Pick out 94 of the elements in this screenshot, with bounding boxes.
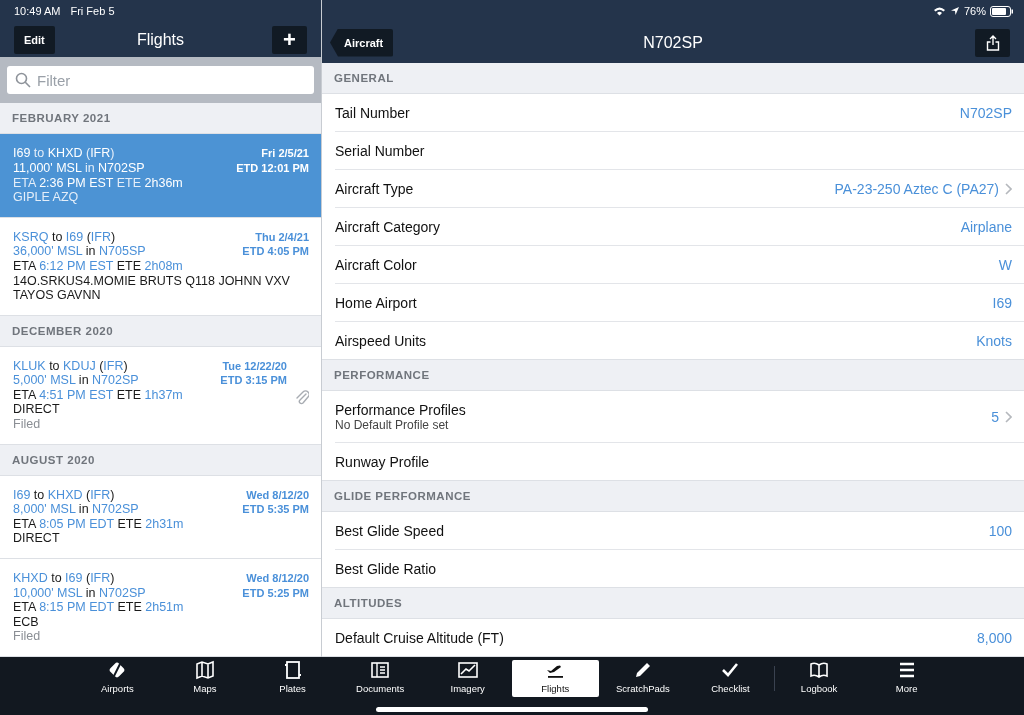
flight-date: Thu 2/4/21 xyxy=(255,229,309,245)
share-icon xyxy=(985,34,1000,51)
row-label: Airspeed Units xyxy=(335,332,427,349)
flight-etd: ETD 12:01 PM xyxy=(236,160,309,176)
row-subtitle: No Default Profile set xyxy=(335,417,450,432)
flight-status: Filed xyxy=(13,417,41,432)
section-header: GLIDE PERFORMANCE xyxy=(322,481,1024,512)
row-label: Home Airport xyxy=(335,294,417,311)
row-value: Airplane xyxy=(960,218,1012,235)
edit-button[interactable]: Edit xyxy=(14,25,55,54)
add-button[interactable]: + xyxy=(272,25,307,54)
flight-etd: ETD 5:35 PM xyxy=(242,502,309,517)
row-value: N702SP xyxy=(959,104,1012,121)
flight-detail: I69 to KHXD (IFR) xyxy=(13,487,115,503)
tab-button[interactable]: Logbook xyxy=(775,660,863,697)
flight-detail: TAYOS GAVNN xyxy=(13,288,101,303)
row-label: Default Cruise Altitude (FT) xyxy=(335,629,504,646)
flight-detail: 11,000' MSL in N702SP xyxy=(13,160,145,176)
battery-percent: 76% xyxy=(963,5,986,17)
tab-button[interactable]: Imagery xyxy=(423,660,512,697)
row-label: Aircraft Type xyxy=(335,180,414,197)
share-button[interactable] xyxy=(975,28,1010,57)
flight-detail: ETA 4:51 PM EST ETE 1h37m xyxy=(13,387,183,403)
chart-icon xyxy=(457,660,478,680)
flight-detail: DIRECT xyxy=(13,531,60,547)
flight-detail: 10,000' MSL in N702SP xyxy=(13,585,146,601)
flight-detail: ETA 8:05 PM EDT ETE 2h31m xyxy=(13,516,184,532)
flight-detail: ETA 6:12 PM EST ETE 2h08m xyxy=(13,258,183,274)
flight-detail: ETA 8:15 PM EDT ETE 2h51m xyxy=(13,600,184,615)
status-date: Fri Feb 5 xyxy=(70,5,115,17)
location-arrow-icon xyxy=(949,6,960,16)
row-value: 100 xyxy=(988,522,1012,539)
row-label: Best Glide Speed xyxy=(335,522,444,539)
tab-button[interactable]: Documents xyxy=(336,660,424,697)
flight-date: Tue 12/22/20 xyxy=(222,358,287,374)
map-icon xyxy=(194,660,215,680)
flight-detail: 8,000' MSL in N702SP xyxy=(13,502,139,517)
flight-detail: 5,000' MSL in N702SP xyxy=(13,373,139,388)
row-value: Knots xyxy=(976,332,1012,349)
row-value: PA-23-250 Aztec C (PA27) xyxy=(834,180,999,197)
flight-detail: I69 to KHXD (IFR) xyxy=(13,146,115,161)
flight-detail: KLUK to KDUJ (IFR) xyxy=(13,358,128,374)
tab-button[interactable]: ScratchPads xyxy=(599,660,687,697)
section-header: AUGUST 2020 xyxy=(0,444,321,476)
row-value: 5 xyxy=(991,408,999,425)
flight-etd: ETD 5:25 PM xyxy=(242,585,309,601)
flight-date: Wed 8/12/20 xyxy=(246,487,309,503)
chevron-right-icon xyxy=(1005,182,1012,195)
section-header: PERFORMANCE xyxy=(322,360,1024,391)
flight-detail: KHXD to I69 (IFR) xyxy=(13,571,115,586)
nav-title: N702SP xyxy=(643,33,703,52)
flight-date: Fri 2/5/21 xyxy=(261,146,309,161)
section-header: DECEMBER 2020 xyxy=(0,315,321,347)
section-header: GENERAL xyxy=(322,63,1024,94)
nav-title: Flights xyxy=(136,30,185,49)
row-label: Runway Profile xyxy=(335,453,430,470)
row-label: Best Glide Ratio xyxy=(335,560,437,577)
tab-button[interactable]: Plates xyxy=(248,660,337,697)
row-label: Tail Number xyxy=(335,104,410,121)
flight-detail: 36,000' MSL in N705SP xyxy=(13,244,146,259)
status-time: 10:49 AM xyxy=(14,5,61,17)
row-label: Aircraft Color xyxy=(335,256,417,273)
tab-button[interactable]: Flights xyxy=(511,660,600,697)
row-label: Serial Number xyxy=(335,142,425,159)
flight-detail: ECB xyxy=(13,614,39,630)
section-header: ALTITUDES xyxy=(322,588,1024,619)
row-value: W xyxy=(998,256,1012,273)
flight-date: Wed 8/12/20 xyxy=(246,571,309,586)
tab-button[interactable]: Airports xyxy=(73,660,162,697)
flight-detail: DIRECT xyxy=(13,402,60,418)
book-icon xyxy=(370,660,391,680)
paperclip-icon xyxy=(295,388,309,405)
flight-detail: GIPLE AZQ xyxy=(13,190,79,205)
flight-status: Filed xyxy=(13,629,41,644)
flight-detail: KSRQ to I69 (IFR) xyxy=(13,229,116,245)
row-value: 8,000 xyxy=(976,629,1012,646)
row-label: Performance Profiles xyxy=(335,401,466,418)
tab-button[interactable]: More xyxy=(862,660,951,697)
chevron-right-icon xyxy=(1005,410,1012,423)
tab-button[interactable]: Checklist xyxy=(686,660,775,697)
flight-etd: ETD 4:05 PM xyxy=(242,244,309,259)
wifi-icon xyxy=(932,6,946,16)
flight-detail: ETA 2:36 PM EST ETE 2h36m xyxy=(13,175,183,191)
flight-etd: ETD 3:15 PM xyxy=(220,373,287,388)
battery-icon xyxy=(990,5,1014,17)
row-label: Aircraft Category xyxy=(335,218,441,235)
tab-button[interactable]: Maps xyxy=(161,660,249,697)
filter-field[interactable]: Filter xyxy=(7,66,314,95)
back-button[interactable]: Aircraft xyxy=(330,28,394,57)
section-header: FEBRUARY 2021 xyxy=(0,103,321,135)
row-value: I69 xyxy=(992,294,1012,311)
flight-detail: 14O.SRKUS4.MOMIE BRUTS Q118 JOHNN VXV xyxy=(13,273,290,289)
document-icon xyxy=(282,660,303,680)
book-icon xyxy=(809,660,830,680)
